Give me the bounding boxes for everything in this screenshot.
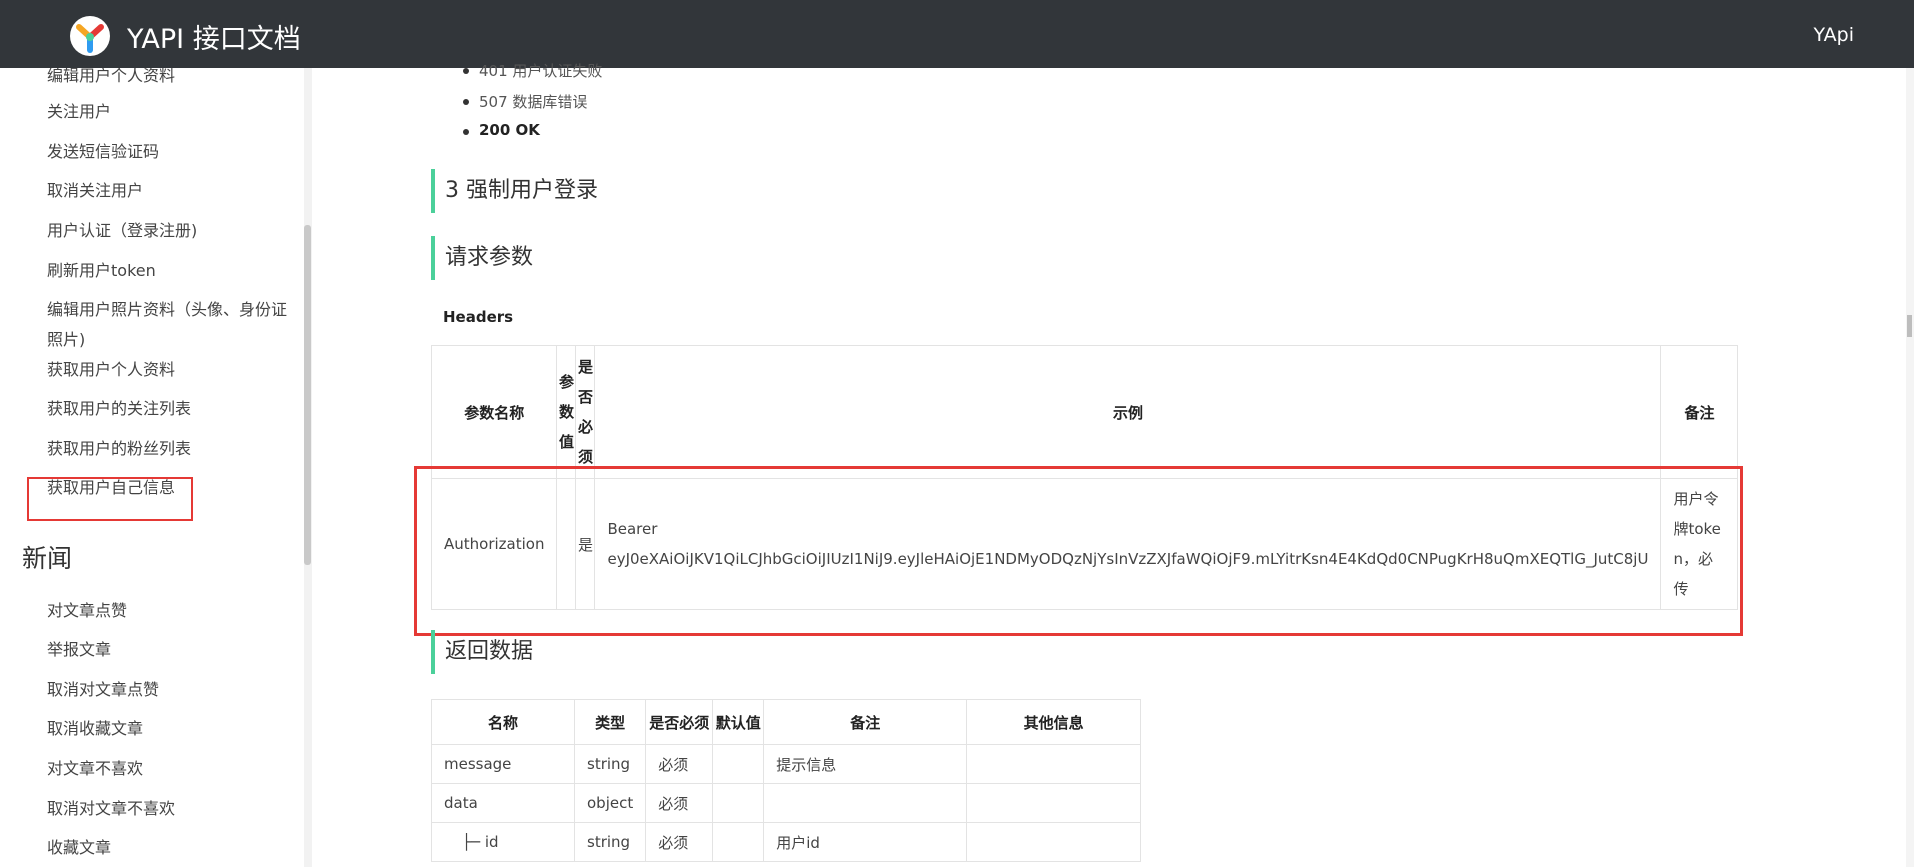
status-507: 507 数据库错误 (462, 93, 588, 111)
table-row: data object 必须 (431, 783, 1141, 823)
cell-type: string (573, 822, 647, 862)
top-header: YAPI 接口文档 YApi (0, 0, 1914, 68)
response-title: 返回数据 (431, 630, 533, 674)
cell-remark: 提示信息 (763, 744, 968, 784)
cell-default (712, 744, 765, 784)
cell-name: ├─ id (431, 822, 575, 862)
cell-remark: 用户id (763, 822, 968, 862)
sidebar-item-user-auth[interactable]: 用户认证（登录注册) (47, 216, 197, 246)
cell-name: message (431, 744, 575, 784)
col-param-value: 参数值 (556, 345, 577, 479)
sidebar-item-fans-list[interactable]: 获取用户的粉丝列表 (47, 434, 191, 464)
cell-type: string (573, 744, 647, 784)
sidebar-item-edit-photos[interactable]: 编辑用户照片资料（头像、身份证照片) (47, 295, 302, 355)
cell-name: data (431, 783, 575, 823)
status-200: 200 OK (463, 121, 540, 139)
section-title: 3 强制用户登录 (431, 169, 598, 213)
yapi-link[interactable]: YApi (1814, 24, 1854, 46)
status-401: 401 用户认证失败 (462, 62, 603, 80)
sidebar-item-collect-article[interactable]: 收藏文章 (47, 833, 111, 863)
col-param-name: 参数名称 (430, 345, 558, 479)
request-params-title: 请求参数 (431, 236, 533, 280)
sidebar-highlight-box (27, 477, 193, 521)
sidebar-item-following-list[interactable]: 获取用户的关注列表 (47, 394, 191, 424)
cell-required: 必须 (645, 783, 714, 823)
headers-label: Headers (443, 308, 514, 326)
cell-other (966, 783, 1141, 823)
table-row: message string 必须 提示信息 (431, 744, 1141, 784)
table-row: ├─ id string 必须 用户id (431, 822, 1141, 862)
sidebar-item-unlike-article[interactable]: 取消对文章点赞 (47, 675, 159, 705)
sidebar-item-follow-user[interactable]: 关注用户 (47, 97, 111, 127)
sidebar-item-send-sms[interactable]: 发送短信验证码 (47, 137, 159, 167)
response-table-header-row: 名称 类型 是否必须 默认值 备注 其他信息 (431, 699, 1141, 745)
app-title[interactable]: YAPI 接口文档 (127, 17, 301, 56)
sidebar: 编辑用户个人资料 关注用户 发送短信验证码 取消关注用户 用户认证（登录注册) … (0, 68, 310, 867)
cell-required: 必须 (645, 822, 714, 862)
sidebar-item-uncollect-article[interactable]: 取消收藏文章 (47, 714, 143, 744)
headers-table-header-row: 参数名称 参数值 是否必须 示例 备注 (430, 345, 1739, 479)
col-required: 是否必须 (645, 699, 714, 745)
sidebar-item-like-article[interactable]: 对文章点赞 (47, 596, 127, 626)
cell-other (966, 822, 1141, 862)
sidebar-item-get-profile[interactable]: 获取用户个人资料 (47, 355, 175, 385)
sidebar-item-undislike-article[interactable]: 取消对文章不喜欢 (47, 794, 175, 824)
cell-type: object (573, 783, 647, 823)
col-type: 类型 (573, 699, 647, 745)
cell-remark (763, 783, 968, 823)
col-required: 是否必须 (575, 345, 596, 479)
sidebar-item-report-article[interactable]: 举报文章 (47, 635, 111, 665)
col-remark: 备注 (763, 699, 968, 745)
cell-default (712, 783, 765, 823)
col-other: 其他信息 (966, 699, 1141, 745)
response-table: 名称 类型 是否必须 默认值 备注 其他信息 message string 必须… (431, 699, 1141, 862)
sidebar-group-news[interactable]: 新闻 (22, 539, 72, 575)
cell-other (966, 744, 1141, 784)
col-remark: 备注 (1660, 345, 1739, 479)
main-scrollbar[interactable] (1906, 68, 1914, 867)
sidebar-scrollbar-thumb[interactable] (304, 225, 311, 565)
sidebar-item-refresh-token[interactable]: 刷新用户token (47, 256, 156, 286)
cell-required: 必须 (645, 744, 714, 784)
sidebar-item-unfollow-user[interactable]: 取消关注用户 (47, 176, 143, 206)
cell-default (712, 822, 765, 862)
yapi-logo-icon[interactable] (70, 16, 110, 56)
col-name: 名称 (431, 699, 575, 745)
main-scrollbar-thumb[interactable] (1907, 315, 1912, 337)
col-default: 默认值 (712, 699, 765, 745)
sidebar-item-edit-profile[interactable]: 编辑用户个人资料 (47, 68, 175, 91)
authorization-row-highlight (414, 466, 1743, 636)
col-example: 示例 (594, 345, 1662, 479)
sidebar-item-dislike-article[interactable]: 对文章不喜欢 (47, 754, 143, 784)
